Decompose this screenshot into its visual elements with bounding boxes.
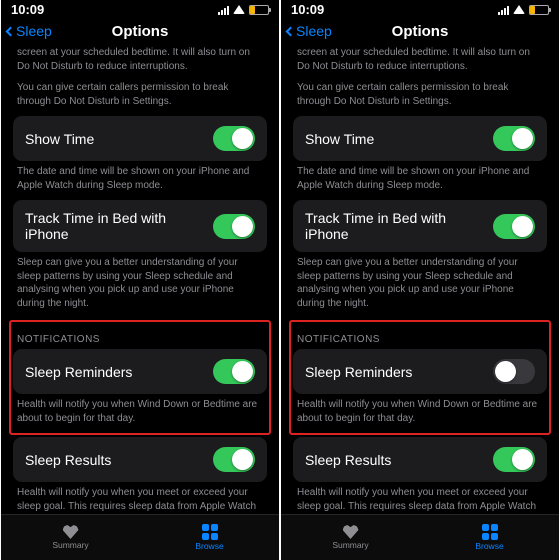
- row-sleep-reminders[interactable]: Sleep Reminders: [13, 349, 267, 394]
- grid-icon: [202, 524, 218, 540]
- desc-show-time: The date and time will be shown on your …: [13, 161, 267, 200]
- highlight-box: NOTIFICATIONS Sleep Reminders Health wil…: [9, 320, 271, 435]
- heart-icon: [63, 525, 79, 539]
- intro-desc-1: screen at your scheduled bedtime. It wil…: [293, 46, 547, 81]
- status-bar: 10:09: [1, 0, 279, 16]
- desc-show-time: The date and time will be shown on your …: [293, 161, 547, 200]
- row-show-time[interactable]: Show Time: [13, 116, 267, 161]
- toggle-sleep-reminders[interactable]: [493, 359, 535, 384]
- tab-summary[interactable]: Summary: [1, 515, 140, 560]
- wifi-icon: [513, 5, 525, 14]
- row-label: Sleep Results: [305, 452, 391, 468]
- row-label: Show Time: [305, 131, 374, 147]
- phone-right: 10:09 Sleep Options screen at your sched…: [281, 0, 559, 560]
- row-label: Track Time in Bed with iPhone: [25, 210, 213, 242]
- desc-sleep-results: Health will notify you when you meet or …: [293, 482, 547, 514]
- tab-bar: Summary Browse: [281, 514, 559, 560]
- content: screen at your scheduled bedtime. It wil…: [281, 46, 559, 514]
- row-sleep-results[interactable]: Sleep Results: [293, 437, 547, 482]
- tab-bar: Summary Browse: [1, 514, 279, 560]
- row-label: Track Time in Bed with iPhone: [305, 210, 493, 242]
- status-right: [498, 5, 549, 15]
- nav-bar: Sleep Options: [281, 16, 559, 46]
- tab-summary[interactable]: Summary: [281, 515, 420, 560]
- row-sleep-results[interactable]: Sleep Results: [13, 437, 267, 482]
- status-time: 10:09: [11, 2, 44, 17]
- toggle-show-time[interactable]: [493, 126, 535, 151]
- desc-track-time: Sleep can give you a better understandin…: [13, 252, 267, 318]
- desc-track-time: Sleep can give you a better understandin…: [293, 252, 547, 318]
- row-label: Sleep Reminders: [25, 364, 132, 380]
- toggle-sleep-results[interactable]: [493, 447, 535, 472]
- row-sleep-reminders[interactable]: Sleep Reminders: [293, 349, 547, 394]
- status-right: [218, 5, 269, 15]
- status-time: 10:09: [291, 2, 324, 17]
- intro-desc-2: You can give certain callers permission …: [13, 81, 267, 116]
- desc-sleep-results: Health will notify you when you meet or …: [13, 482, 267, 514]
- phone-left: 10:09 Sleep Options screen at your sched…: [1, 0, 279, 560]
- nav-bar: Sleep Options: [1, 16, 279, 46]
- tab-browse[interactable]: Browse: [140, 515, 279, 560]
- grid-icon: [482, 524, 498, 540]
- tab-label: Browse: [475, 541, 503, 551]
- intro-desc-2: You can give certain callers permission …: [293, 81, 547, 116]
- desc-sleep-reminders: Health will notify you when Wind Down or…: [13, 394, 267, 433]
- page-title: Options: [281, 23, 559, 40]
- desc-sleep-reminders: Health will notify you when Wind Down or…: [293, 394, 547, 433]
- row-show-time[interactable]: Show Time: [293, 116, 547, 161]
- tab-label: Summary: [52, 540, 88, 550]
- signal-icon: [218, 5, 229, 15]
- row-label: Sleep Reminders: [305, 364, 412, 380]
- intro-desc-1: screen at your scheduled bedtime. It wil…: [13, 46, 267, 81]
- heart-icon: [343, 525, 359, 539]
- wifi-icon: [233, 5, 245, 14]
- battery-icon: [249, 5, 269, 15]
- toggle-track-time[interactable]: [493, 214, 535, 239]
- battery-icon: [529, 5, 549, 15]
- section-notifications: NOTIFICATIONS: [293, 322, 547, 349]
- content: screen at your scheduled bedtime. It wil…: [1, 46, 279, 514]
- tab-browse[interactable]: Browse: [420, 515, 559, 560]
- toggle-sleep-results[interactable]: [213, 447, 255, 472]
- row-label: Show Time: [25, 131, 94, 147]
- signal-icon: [498, 5, 509, 15]
- highlight-box: NOTIFICATIONS Sleep Reminders Health wil…: [289, 320, 551, 435]
- row-track-time[interactable]: Track Time in Bed with iPhone: [13, 200, 267, 252]
- toggle-sleep-reminders[interactable]: [213, 359, 255, 384]
- row-track-time[interactable]: Track Time in Bed with iPhone: [293, 200, 547, 252]
- page-title: Options: [1, 23, 279, 40]
- toggle-track-time[interactable]: [213, 214, 255, 239]
- section-notifications: NOTIFICATIONS: [13, 322, 267, 349]
- tab-label: Browse: [195, 541, 223, 551]
- toggle-show-time[interactable]: [213, 126, 255, 151]
- status-bar: 10:09: [281, 0, 559, 16]
- tab-label: Summary: [332, 540, 368, 550]
- row-label: Sleep Results: [25, 452, 111, 468]
